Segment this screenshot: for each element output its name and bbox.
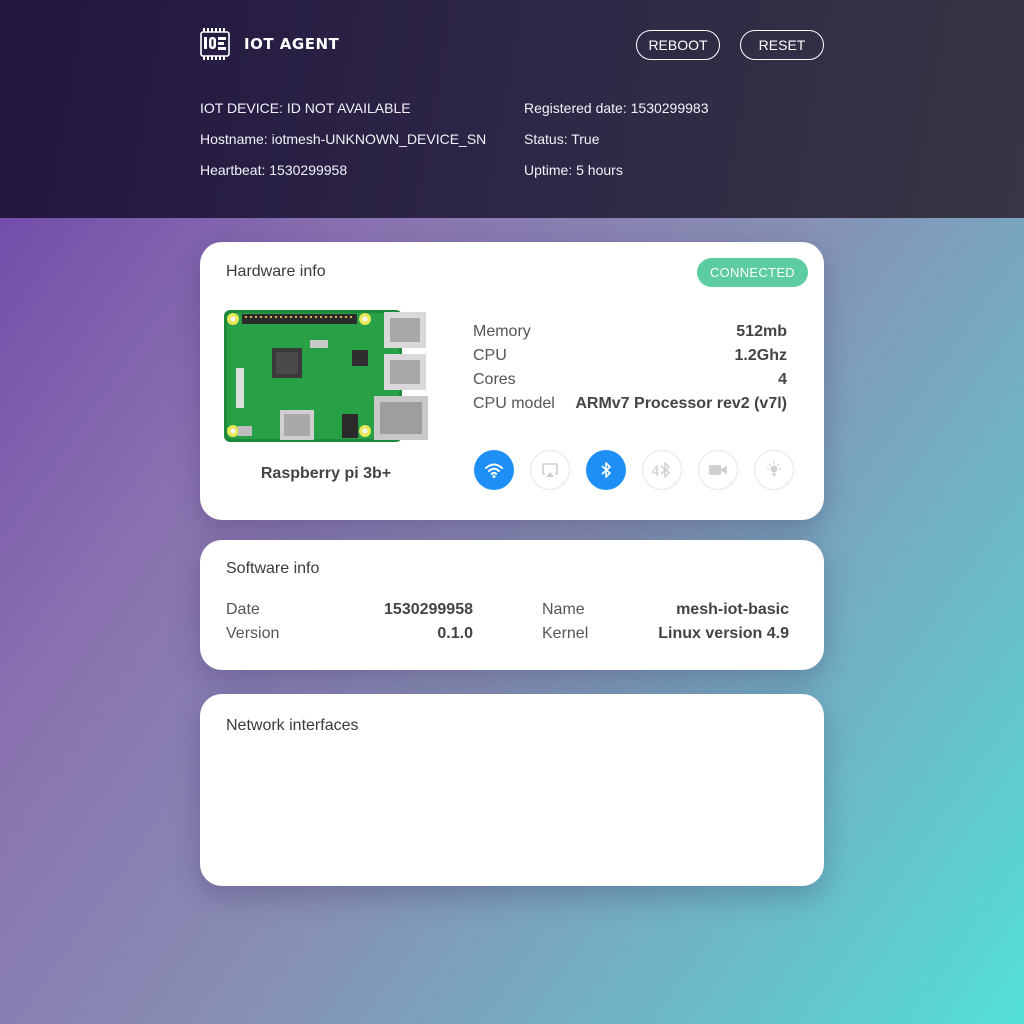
bluetooth-icon <box>601 462 611 478</box>
heartbeat-text: Heartbeat: 1530299958 <box>200 162 348 178</box>
cores-label: Cores <box>473 371 516 388</box>
wifi-icon <box>485 463 503 478</box>
device-id-text: IOT DEVICE: ID NOT AVAILABLE <box>200 100 411 116</box>
network-interfaces-title: Network interfaces <box>226 717 359 734</box>
registered-date-text: Registered date: 1530299983 <box>524 100 709 116</box>
cpu-model-value: ARMv7 Processor rev2 (v7l) <box>575 395 787 412</box>
header: IOT AGENT REBOOT RESET IOT DEVICE: ID NO… <box>0 0 1024 218</box>
wifi-feature-button[interactable] <box>474 450 514 490</box>
hardware-info-title: Hardware info <box>226 263 326 280</box>
airplay-icon <box>542 463 558 477</box>
cores-value: 4 <box>778 371 787 388</box>
reset-button[interactable]: RESET <box>740 30 824 60</box>
kernel-value: Linux version 4.9 <box>658 625 789 642</box>
version-label: Version <box>226 625 280 642</box>
memory-value: 512mb <box>736 323 787 340</box>
camera-feature-button[interactable] <box>698 450 738 490</box>
airplay-feature-button[interactable] <box>530 450 570 490</box>
status-text: Status: True <box>524 131 600 147</box>
raspberry-pi-board-image <box>224 310 428 442</box>
light-feature-button[interactable] <box>754 450 794 490</box>
version-value: 0.1.0 <box>437 625 473 642</box>
cpu-value: 1.2Ghz <box>734 347 787 364</box>
light-icon <box>767 461 781 476</box>
svg-text:4: 4 <box>651 464 660 479</box>
hostname-text: Hostname: iotmesh-UNKNOWN_DEVICE_SN <box>200 131 487 147</box>
reboot-button[interactable]: REBOOT <box>636 30 720 60</box>
kernel-label: Kernel <box>542 625 589 642</box>
uptime-text: Uptime: 5 hours <box>524 162 623 178</box>
cpu-model-label: CPU model <box>473 395 555 412</box>
date-label: Date <box>226 601 260 618</box>
cpu-label: CPU <box>473 347 507 364</box>
app-logo: IOT AGENT <box>200 28 339 60</box>
date-value: 1530299958 <box>384 601 473 618</box>
hardware-info-card: Hardware info CONNECTED Raspberry pi 3b+… <box>200 242 824 520</box>
bluetooth-4-icon: 4 <box>651 462 670 479</box>
name-label: Name <box>542 601 585 618</box>
software-info-title: Software info <box>226 560 320 577</box>
camera-icon <box>709 465 727 475</box>
name-value: mesh-iot-basic <box>676 601 789 618</box>
network-interfaces-card: Network interfaces <box>200 694 824 886</box>
app-title: IOT AGENT <box>244 35 340 53</box>
connection-status-badge: CONNECTED <box>696 258 808 287</box>
bluetooth-feature-button[interactable] <box>586 450 626 490</box>
chip-icon <box>200 28 230 60</box>
software-info-card: Software info Date 1530299958 Version 0.… <box>200 540 824 670</box>
bluetooth-4-feature-button[interactable]: 4 <box>642 450 682 490</box>
memory-label: Memory <box>473 323 531 340</box>
board-name: Raspberry pi 3b+ <box>260 465 392 482</box>
